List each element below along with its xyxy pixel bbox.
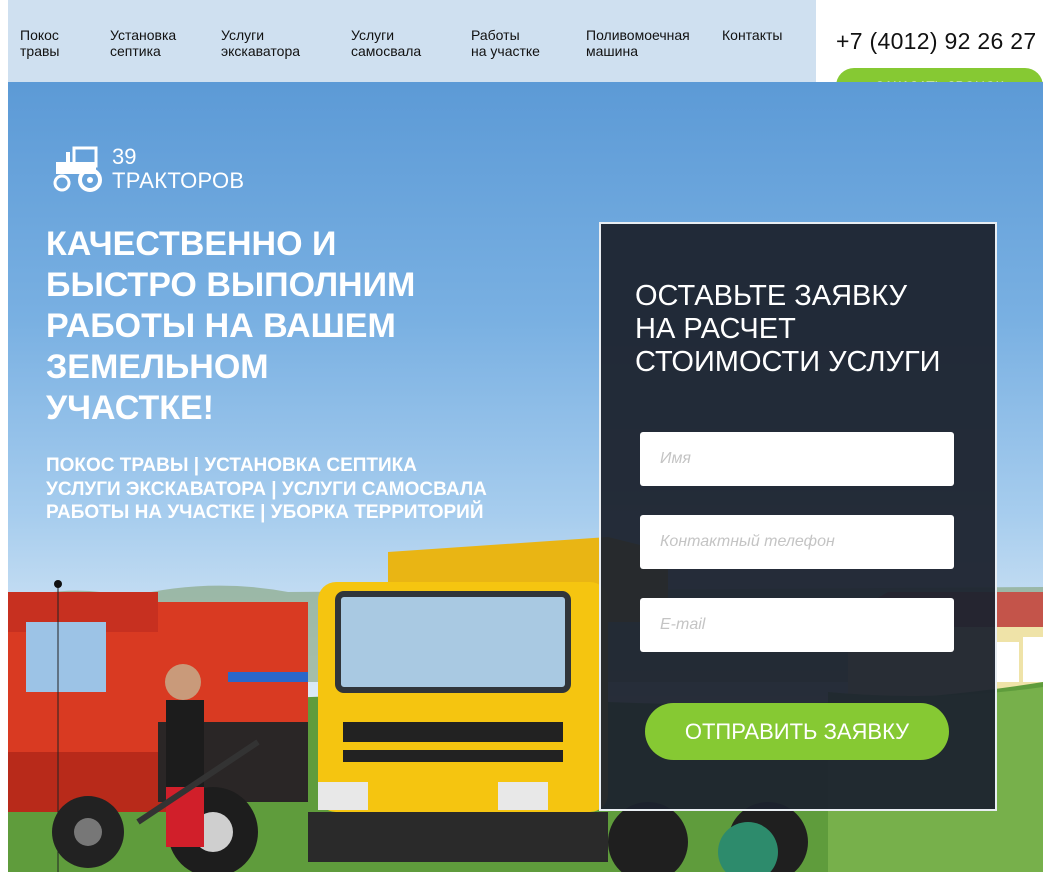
form-title: ОСТАВЬТЕ ЗАЯВКУ НА РАСЧЕТ СТОИМОСТИ УСЛУ… (635, 280, 941, 378)
name-field[interactable] (640, 432, 954, 486)
nav-item-grass-mowing[interactable]: Покос травы (20, 27, 59, 59)
phone-number[interactable]: +7 (4012) 92 26 27 (836, 28, 1036, 55)
submit-request-button[interactable]: ОТПРАВИТЬ ЗАЯВКУ (645, 703, 949, 760)
nav-item-excavator[interactable]: Услуги экскаватора (221, 27, 300, 59)
logo[interactable]: 39 ТРАКТОРОВ (52, 144, 272, 196)
phone-field[interactable] (640, 515, 954, 569)
nav-item-site-works[interactable]: Работы на участке (471, 27, 540, 59)
tractor-icon (53, 146, 102, 192)
nav-item-watering-machine[interactable]: Поливомоечная машина (586, 27, 690, 59)
email-field[interactable] (640, 598, 954, 652)
services-line: УСЛУГИ ЭКСКАВАТОРА | УСЛУГИ САМОСВАЛА (46, 478, 487, 500)
services-line: РАБОТЫ НА УЧАСТКЕ | УБОРКА ТЕРРИТОРИЙ (46, 502, 484, 523)
nav-item-contacts[interactable]: Контакты (722, 27, 782, 43)
nav-item-dump-truck[interactable]: Услуги самосвала (351, 27, 421, 59)
request-form: ОСТАВЬТЕ ЗАЯВКУ НА РАСЧЕТ СТОИМОСТИ УСЛУ… (599, 222, 997, 811)
services-list: ПОКОС ТРАВЫ | УСТАНОВКА СЕПТИКА УСЛУГИ Э… (46, 454, 586, 525)
nav-item-septic-install[interactable]: Установка септика (110, 27, 176, 59)
hero-headline: КАЧЕСТВЕННО И БЫСТРО ВЫПОЛНИМ РАБОТЫ НА … (46, 225, 416, 427)
top-navigation: Покос травы Установка септика Услуги экс… (8, 0, 816, 82)
services-line: ПОКОС ТРАВЫ | УСТАНОВКА СЕПТИКА (46, 455, 417, 476)
logo-word: ТРАКТОРОВ (112, 168, 245, 193)
logo-number: 39 (112, 144, 137, 169)
